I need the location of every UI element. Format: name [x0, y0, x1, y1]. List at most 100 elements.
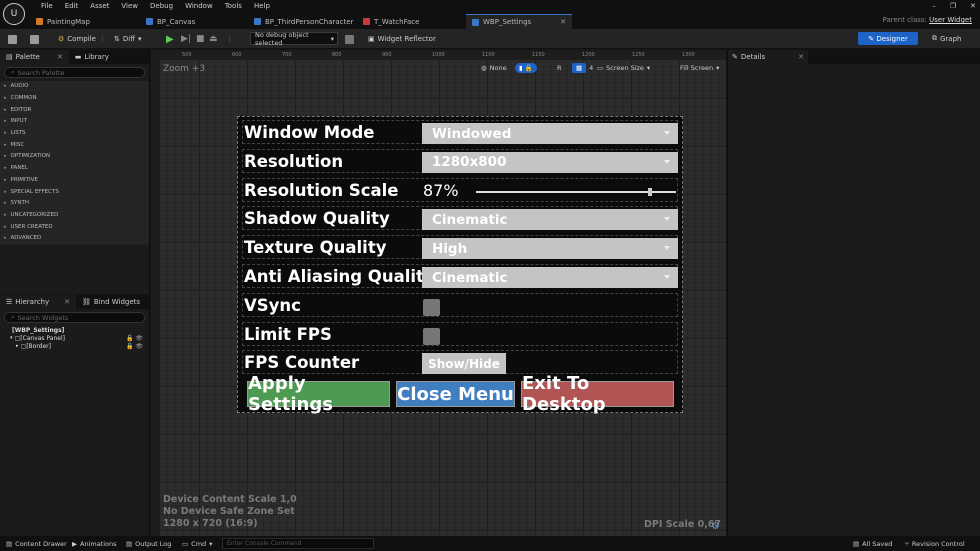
- setting-row-limit-fps: Limit FPS: [242, 321, 678, 346]
- menu-item-edit[interactable]: Edit: [59, 2, 85, 10]
- close-icon[interactable]: ✕: [798, 53, 804, 61]
- texture-quality-dropdown[interactable]: High: [422, 238, 678, 260]
- maximize-icon[interactable]: ❐: [950, 2, 956, 10]
- close-icon[interactable]: ✕: [560, 18, 572, 26]
- stop-button[interactable]: ■: [196, 32, 205, 46]
- menu-item-help[interactable]: Help: [248, 2, 276, 10]
- menu-item-asset[interactable]: Asset: [84, 2, 115, 10]
- hierarchy-search-input[interactable]: ⌕ Search Widgets: [4, 312, 145, 323]
- menu-item-view[interactable]: View: [115, 2, 144, 10]
- all-saved-button[interactable]: ▤ All Saved: [853, 536, 892, 551]
- close-icon[interactable]: ✕: [970, 2, 976, 10]
- output-log-button[interactable]: ▤ Output Log: [126, 536, 171, 551]
- ruler-label: 1150: [532, 52, 545, 58]
- palette-category-special-effects[interactable]: ▸ SPECIAL EFFECTS: [0, 186, 149, 198]
- debug-object-select[interactable]: No debug object selected ▾: [250, 31, 338, 47]
- cmd-dropdown[interactable]: ▭ Cmd ▾: [182, 536, 212, 551]
- unreal-logo[interactable]: U: [3, 3, 25, 25]
- tab-wbp-settings[interactable]: WBP_Settings ✕: [466, 14, 572, 29]
- close-icon[interactable]: ✕: [64, 298, 70, 306]
- menu-item-tools[interactable]: Tools: [219, 2, 248, 10]
- palette-search-input[interactable]: ⌕ Search Palette: [4, 67, 145, 78]
- browse-button[interactable]: [30, 32, 39, 46]
- ruler-label: 700: [282, 52, 292, 58]
- palette-category-editor[interactable]: ▸ EDITOR: [0, 104, 149, 117]
- tab-library[interactable]: ▬ Library: [69, 50, 115, 64]
- limit-fps-checkbox[interactable]: [423, 327, 440, 345]
- slider-handle[interactable]: [648, 187, 652, 196]
- close-menu-button[interactable]: Close Menu: [396, 381, 515, 407]
- diff-button[interactable]: ⇅ Diff ▾: [114, 32, 142, 46]
- palette-category-primitive[interactable]: ▸ PRIMITIVE: [0, 174, 149, 187]
- revision-control-button[interactable]: ⑂ Revision Control: [905, 536, 965, 551]
- eye-icon[interactable]: 🔓 👁: [126, 335, 143, 342]
- screen-size-dropdown[interactable]: ▭ Screen Size ▾: [597, 62, 650, 74]
- shadow-quality-dropdown[interactable]: Cinematic: [422, 209, 678, 231]
- apply-settings-button[interactable]: Apply Settings: [247, 373, 390, 415]
- content-drawer-button[interactable]: ▤ Content Drawer: [6, 536, 67, 551]
- palette-category-lists[interactable]: ▸ LISTS: [0, 127, 149, 140]
- anti-aliasing-quality-dropdown[interactable]: Cinematic: [422, 267, 678, 288]
- designer-button[interactable]: ✎ Designer: [858, 32, 918, 45]
- tab-t-watchface[interactable]: T_WatchFace: [357, 14, 464, 29]
- exit-to-desktop-button[interactable]: Exit To Desktop: [521, 373, 674, 415]
- palette-category-uncategorized[interactable]: ▸ UNCATEGORIZED: [0, 209, 149, 222]
- menu-item-file[interactable]: File: [35, 2, 59, 10]
- tab-bp-canvas[interactable]: BP_Canvas: [140, 14, 248, 29]
- menu-item-debug[interactable]: Debug: [144, 2, 179, 10]
- dpi-scale-label: DPI Scale 0,67: [644, 519, 722, 530]
- play-options[interactable]: ⋮: [226, 32, 233, 46]
- widget-reflector-button[interactable]: ▣ Widget Reflector: [368, 32, 436, 46]
- palette-category-advanced[interactable]: ▸ ADVANCED: [0, 232, 149, 245]
- tab-bind-widgets[interactable]: ⛓ Bind Widgets: [76, 295, 146, 309]
- dpi-settings-icon[interactable]: ⚙: [711, 521, 720, 532]
- hierarchy-item-border[interactable]: ▸ ▢ [Border] 🔓 👁: [0, 342, 149, 350]
- resolution-dropdown[interactable]: 1280x800: [422, 151, 678, 173]
- play-button[interactable]: ▶: [166, 32, 174, 46]
- menu-item-window[interactable]: Window: [179, 2, 219, 10]
- viewport-none-toggle[interactable]: ◍ None: [481, 62, 507, 74]
- window-mode-dropdown[interactable]: Windowed: [422, 123, 678, 144]
- palette-category-synth[interactable]: ▸ SYNTH: [0, 197, 149, 210]
- fill-screen-dropdown[interactable]: Fill Screen ▾: [680, 62, 719, 74]
- eye-icon[interactable]: 🔓 👁: [126, 343, 143, 350]
- palette-category-input[interactable]: ▸ INPUT: [0, 116, 149, 128]
- tab-hierarchy[interactable]: ☰ Hierarchy ✕: [0, 295, 76, 309]
- parent-class-link[interactable]: User Widget: [929, 16, 972, 24]
- hierarchy-item-canvas[interactable]: ▾ ▢ [Canvas Panel] 🔓 👁: [0, 334, 149, 342]
- eject-icon: ⏏: [209, 34, 218, 44]
- grid-toggle[interactable]: ▦ 4: [572, 62, 593, 74]
- palette-category-optimization[interactable]: ▸ OPTIMIZATION: [0, 151, 149, 163]
- palette-category-audio[interactable]: ▸ AUDIO: [0, 81, 149, 93]
- play-icon: ▶: [166, 33, 174, 45]
- fps-counter-button[interactable]: Show/Hide: [422, 353, 506, 375]
- eject-button[interactable]: ⏏: [209, 32, 218, 46]
- graph-button[interactable]: ⧉ Graph: [932, 32, 961, 45]
- settings-widget[interactable]: Window Mode Windowed Resolution 1280x800 Res…: [237, 116, 683, 415]
- tab-details[interactable]: ✎ Details ✕: [728, 50, 808, 64]
- palette-category-misc[interactable]: ▸ MISC: [0, 139, 149, 152]
- vsync-checkbox[interactable]: [423, 298, 440, 316]
- viewport-lock-toggle[interactable]: ▮ 🔒: [515, 62, 537, 74]
- resolution-scale-slider[interactable]: [476, 187, 676, 196]
- save-button[interactable]: [8, 32, 17, 46]
- tab-paintingmap[interactable]: PaintingMap: [30, 14, 108, 29]
- hierarchy-item-root[interactable]: [WBP_Settings]: [0, 326, 149, 334]
- palette-category-common[interactable]: ▸ COMMON: [0, 92, 149, 105]
- drawer-icon: ▤: [6, 539, 13, 548]
- details-panel: ✎ Details ✕: [727, 50, 980, 536]
- viewport-r-toggle[interactable]: R: [557, 62, 562, 74]
- close-icon[interactable]: ✕: [57, 53, 63, 61]
- palette-category-user-created[interactable]: ▸ USER CREATED: [0, 221, 149, 233]
- debug-browse-button[interactable]: [345, 32, 354, 46]
- animations-button[interactable]: ▶ Animations: [72, 536, 117, 551]
- step-button[interactable]: ▶|: [181, 32, 191, 46]
- compile-button[interactable]: ⚙ Compile ⋮: [58, 32, 106, 46]
- tab-palette[interactable]: ▤ Palette ✕: [0, 50, 69, 64]
- tab-bp-thirdpersoncharacter[interactable]: BP_ThirdPersonCharacter: [248, 14, 355, 29]
- minimize-icon[interactable]: –: [932, 2, 936, 10]
- designer-icon: ✎: [868, 34, 875, 43]
- chevron-down-icon: [664, 159, 670, 164]
- console-input[interactable]: Enter Console Command: [222, 538, 374, 549]
- palette-category-panel[interactable]: ▸ PANEL: [0, 162, 149, 175]
